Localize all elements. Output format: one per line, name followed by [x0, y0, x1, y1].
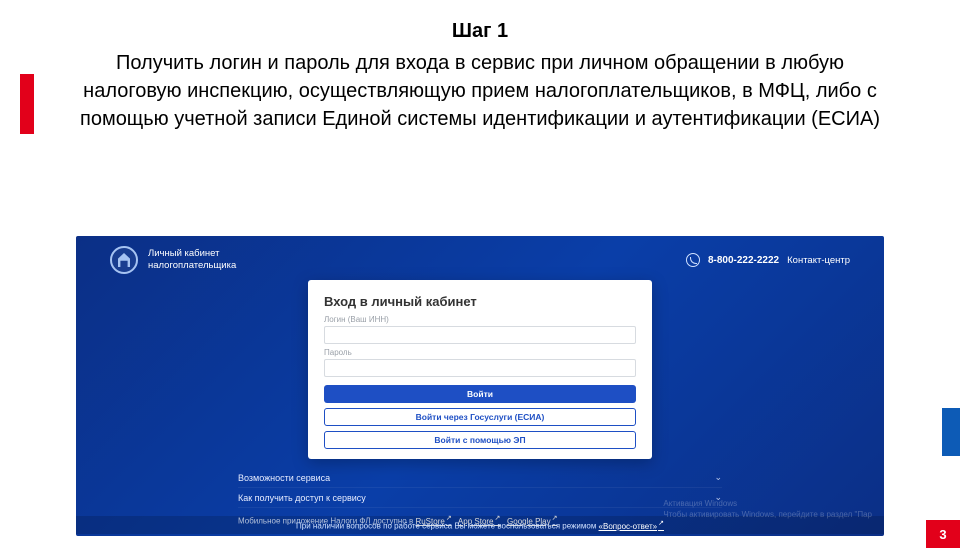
login-field-label: Логин (Ваш ИНН) — [324, 315, 636, 324]
brand-text: Личный кабинет налогоплательщика — [148, 248, 236, 272]
watermark-line2: Чтобы активировать Windows, перейдите в … — [663, 509, 872, 520]
login-card: Вход в личный кабинет Логин (Ваш ИНН) Па… — [308, 280, 652, 459]
brand: Личный кабинет налогоплательщика — [110, 246, 236, 274]
accent-bar-left — [20, 74, 34, 134]
chevron-down-icon: ⌄ — [714, 472, 722, 483]
accent-bar-right — [942, 408, 960, 456]
login-button[interactable]: Войти — [324, 385, 636, 403]
phone-label: Контакт-центр — [787, 255, 850, 266]
watermark-line1: Активация Windows — [663, 498, 872, 509]
brand-line1: Личный кабинет — [148, 248, 236, 260]
contact-block: 8-800-222-2222 Контакт-центр — [686, 253, 850, 267]
nav-bar: Личный кабинет налогоплательщика 8-800-2… — [76, 236, 884, 282]
phone-number: 8-800-222-2222 — [708, 255, 779, 266]
step-title: Шаг 1 — [0, 20, 960, 43]
password-input[interactable] — [324, 359, 636, 377]
external-link-icon: ↗ — [658, 520, 664, 527]
accordion-row-features[interactable]: Возможности сервиса ⌄ — [238, 468, 722, 488]
login-screenshot: Личный кабинет налогоплательщика 8-800-2… — [76, 236, 884, 536]
link-faq[interactable]: «Вопрос-ответ»↗ — [599, 522, 664, 531]
login-input[interactable] — [324, 326, 636, 344]
password-field-label: Пароль — [324, 348, 636, 357]
accordion-label: Возможности сервиса — [238, 473, 330, 483]
login-ep-button[interactable]: Войти с помощью ЭП — [324, 431, 636, 449]
page-number: 3 — [926, 520, 960, 548]
login-esia-button[interactable]: Войти через Госуслуги (ЕСИА) — [324, 408, 636, 426]
accordion-row-access[interactable]: Как получить доступ к сервису ⌄ — [238, 488, 722, 508]
accordion-label: Как получить доступ к сервису — [238, 493, 366, 503]
windows-activation-watermark: Активация Windows Чтобы активировать Win… — [663, 498, 872, 520]
login-heading: Вход в личный кабинет — [324, 294, 636, 309]
step-description: Получить логин и пароль для входа в серв… — [70, 49, 890, 133]
fns-emblem-icon — [110, 246, 138, 274]
phone-icon — [686, 253, 700, 267]
brand-line2: налогоплательщика — [148, 260, 236, 272]
footer-prefix: При наличии вопросов по работе сервиса В… — [296, 522, 599, 531]
